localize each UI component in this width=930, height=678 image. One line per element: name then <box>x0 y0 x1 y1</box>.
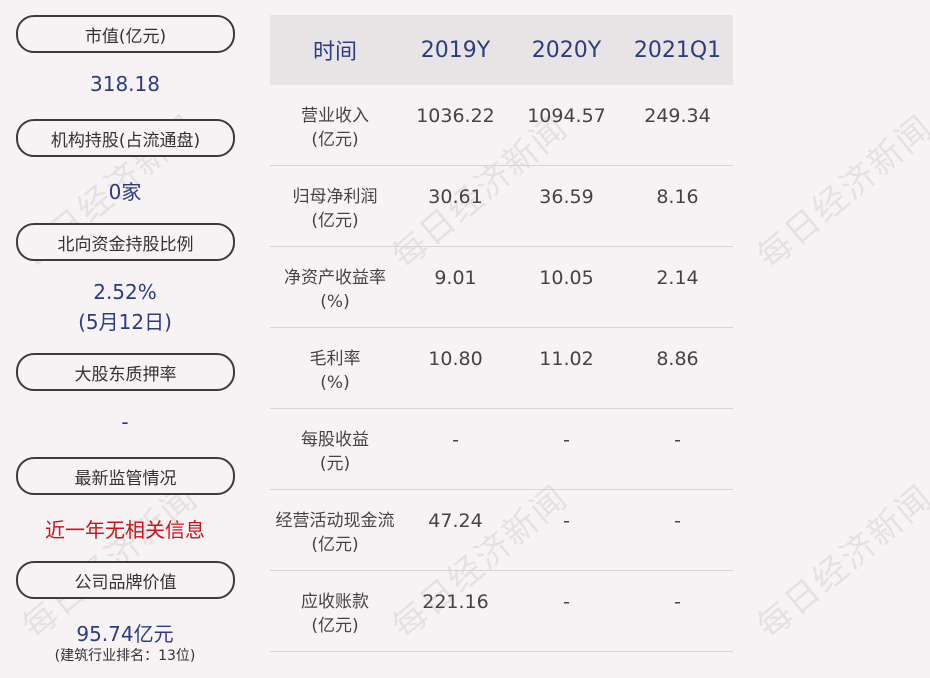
table-cell: 9.01 <box>434 267 477 289</box>
table-cell: 47.24 <box>428 510 483 532</box>
northbound-ratio-date: (5月12日) <box>78 310 172 334</box>
table-row: 经营活动现金流 (亿元) 47.24 - - <box>270 490 733 571</box>
company-summary-panel: 市值(亿元) 318.18 机构持股(占流通盘) 0家 北向资金持股比例 2.5… <box>0 0 250 678</box>
pledge-ratio-label: 大股东质押率 <box>16 353 235 391</box>
table-row: 归母净利润 (亿元) 30.61 36.59 8.16 <box>270 166 733 247</box>
row-label: 经营活动现金流 (亿元) <box>275 511 395 555</box>
table-row: 营业收入 (亿元) 1036.22 1094.57 249.34 <box>270 85 733 166</box>
row-label: 毛利率 (%) <box>309 349 361 393</box>
table-cell: 2.14 <box>656 267 699 289</box>
watermark: 每日经济新闻 <box>749 107 930 277</box>
table-cell: 1094.57 <box>527 105 606 127</box>
market-cap-value: 318.18 <box>90 72 160 96</box>
table-cell: 10.80 <box>428 348 483 370</box>
market-cap-label: 市值(亿元) <box>16 15 235 53</box>
table-cell: - <box>563 591 570 613</box>
table-row: 净资产收益率 (%) 9.01 10.05 2.14 <box>270 247 733 328</box>
regulatory-status-label: 最新监管情况 <box>16 457 235 495</box>
table-cell: 8.16 <box>656 186 699 208</box>
table-cell: - <box>674 591 681 613</box>
northbound-ratio-label: 北向资金持股比例 <box>16 223 235 261</box>
row-label: 应收账款 (亿元) <box>301 592 369 636</box>
institutional-holding-value: 0家 <box>108 180 142 204</box>
northbound-ratio-value: 2.52% <box>93 280 157 304</box>
table-cell: 8.86 <box>656 348 699 370</box>
table-cell: 249.34 <box>644 105 711 127</box>
table-cell: 1036.22 <box>416 105 495 127</box>
header-2019: 2019Y <box>420 37 491 63</box>
table-cell: 10.05 <box>539 267 594 289</box>
row-label: 净资产收益率 (%) <box>284 268 386 312</box>
table-cell: - <box>563 429 570 451</box>
watermark: 每日经济新闻 <box>749 477 930 647</box>
institutional-holding-label: 机构持股(占流通盘) <box>16 119 235 157</box>
table-cell: - <box>674 510 681 532</box>
table-row: 每股收益 (元) - - - <box>270 409 733 490</box>
brand-value-label: 公司品牌价值 <box>16 561 235 599</box>
table-cell: 221.16 <box>422 591 489 613</box>
header-2021q1: 2021Q1 <box>633 37 722 63</box>
table-header: 时间 2019Y 2020Y 2021Q1 <box>270 15 733 85</box>
table-cell: - <box>674 429 681 451</box>
pledge-ratio-value: - <box>121 410 129 434</box>
header-period: 时间 <box>312 40 357 65</box>
header-2020: 2020Y <box>531 37 602 63</box>
table-cell: - <box>452 429 459 451</box>
row-label: 每股收益 (元) <box>301 430 369 474</box>
row-label: 归母净利润 (亿元) <box>292 187 378 231</box>
regulatory-status-value: 近一年无相关信息 <box>45 518 205 542</box>
table-cell: 11.02 <box>539 348 594 370</box>
table-row: 毛利率 (%) 10.80 11.02 8.86 <box>270 328 733 409</box>
table-row: 应收账款 (亿元) 221.16 - - <box>270 571 733 652</box>
brand-rank-note: (建筑行业排名：13位) <box>54 648 196 664</box>
brand-value-value: 95.74亿元 <box>76 622 174 646</box>
table-cell: - <box>563 510 570 532</box>
table-cell: 30.61 <box>428 186 483 208</box>
financial-table: 时间 2019Y 2020Y 2021Q1 营业收入 (亿元) 1036.22 1… <box>270 15 733 652</box>
table-cell: 36.59 <box>539 186 594 208</box>
row-label: 营业收入 (亿元) <box>301 106 369 150</box>
